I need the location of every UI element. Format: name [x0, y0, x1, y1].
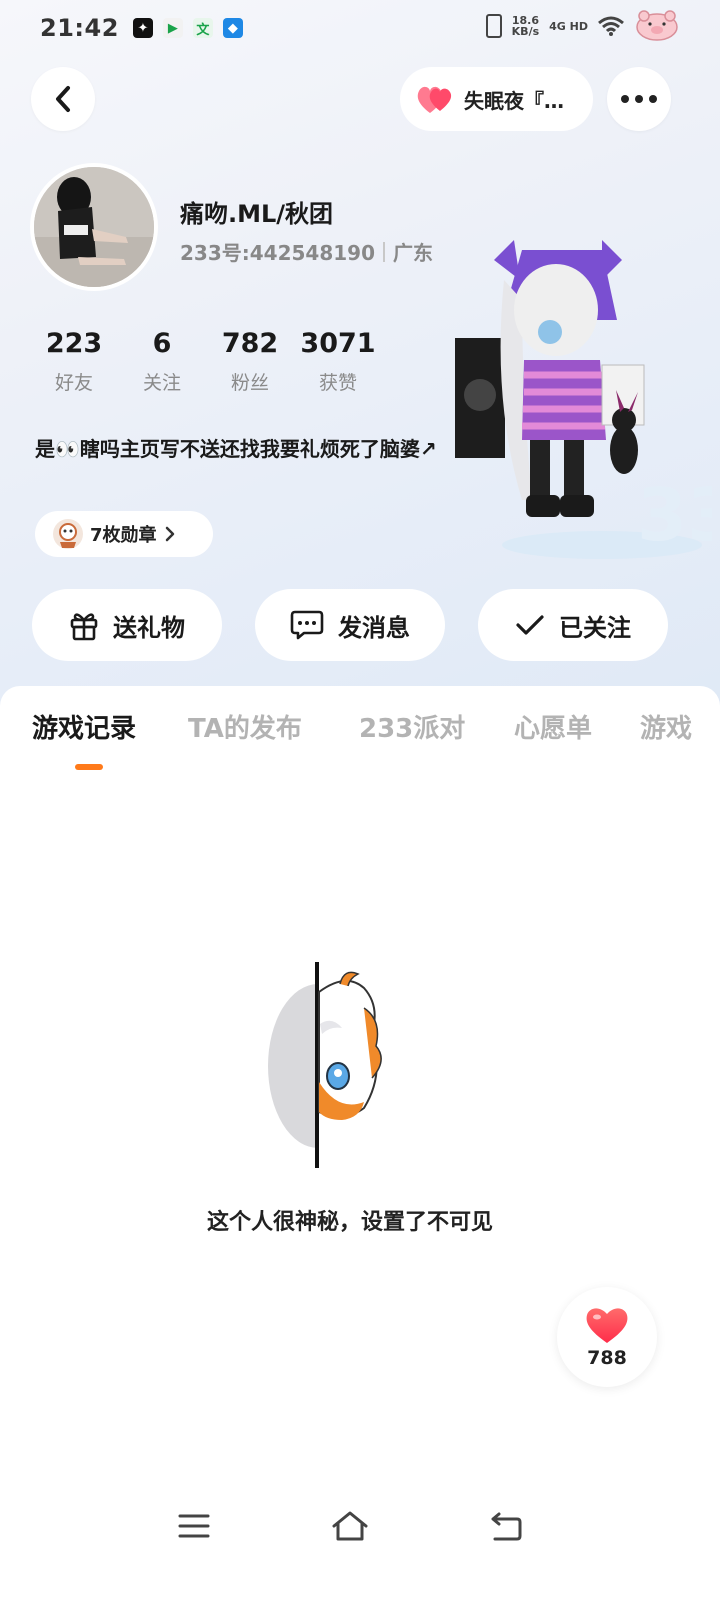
stat-label: 关注	[142, 372, 181, 394]
menu-icon	[178, 1514, 210, 1538]
profile-bio: 是👀瞎吗主页写不送还找我要礼烦死了脑婆↗	[35, 437, 437, 461]
nav-home-button[interactable]	[330, 1506, 370, 1546]
more-options-button[interactable]	[607, 67, 671, 131]
status-app-icons: ✦ ▶ 文 ◆	[132, 18, 243, 38]
user-avatar[interactable]	[30, 163, 158, 291]
cp-relationship-button[interactable]: 失眠夜『…	[400, 67, 593, 131]
tab-233-party[interactable]: 233派对	[359, 708, 465, 745]
followed-label: 已关注	[559, 613, 631, 642]
message-icon	[290, 610, 324, 640]
send-message-button[interactable]: 发消息	[255, 589, 445, 661]
wifi-icon	[598, 16, 624, 36]
uid-divider	[383, 241, 385, 262]
empty-state-text: 这个人很神秘，设置了不可见	[206, 1210, 493, 1235]
avatar-photo	[34, 167, 154, 287]
status-time: 21:42	[40, 14, 119, 42]
medal-avatar-icon	[53, 519, 83, 549]
gift-icon	[70, 613, 98, 641]
vibrate-icon	[485, 14, 502, 38]
stat-value: 782	[221, 328, 279, 359]
username: 痛吻.ML/秋团	[180, 200, 334, 228]
profile-stats: 223 好友 6 关注 782 粉丝 3071 获赞	[30, 328, 382, 395]
tab-posts[interactable]: TA的发布	[188, 708, 302, 745]
pig-mascot-icon	[636, 10, 678, 41]
app-notification-icon: ◆	[222, 18, 243, 38]
stat-value: 6	[152, 328, 172, 359]
stat-value: 3071	[300, 328, 376, 359]
nav-back-button[interactable]	[486, 1506, 526, 1546]
chevron-left-icon	[56, 86, 70, 112]
status-bar: 21:42 ✦ ▶ 文 ◆ 18.6 KB/s 4G HD	[0, 0, 720, 56]
send-message-label: 发消息	[338, 613, 410, 642]
net-speed-unit: KB/s	[511, 25, 540, 38]
peeking-character-illustration	[268, 962, 382, 1168]
app-notification-icon: ▶	[162, 18, 183, 38]
stat-label: 好友	[54, 372, 93, 394]
uid-row: 233号:442548190 广东	[180, 237, 433, 266]
tab-game-records[interactable]: 游戏记录	[32, 708, 136, 745]
stat-label: 获赞	[318, 372, 357, 394]
stat-likes[interactable]: 3071 获赞	[294, 328, 382, 395]
home-icon	[332, 1511, 368, 1541]
app-notification-icon: 文	[192, 18, 213, 38]
svg-text:33: 33	[637, 473, 712, 557]
heart-icon	[586, 1308, 628, 1343]
stat-friends[interactable]: 223 好友	[30, 328, 118, 395]
app-notification-icon: ✦	[132, 18, 153, 38]
cp-label: 失眠夜『…	[464, 88, 564, 113]
stat-fans[interactable]: 782 粉丝	[206, 328, 294, 395]
avatar-3d-character[interactable]: 33	[452, 240, 712, 570]
user-id: 233号:442548190	[180, 241, 375, 265]
tab-wishlist[interactable]: 心愿单	[514, 708, 592, 745]
stat-label: 粉丝	[230, 372, 269, 394]
stat-following[interactable]: 6 关注	[118, 328, 206, 395]
followed-button[interactable]: 已关注	[478, 589, 668, 661]
medal-label: 7枚勋章	[90, 525, 157, 546]
check-icon	[516, 615, 544, 635]
chevron-right-icon	[165, 526, 174, 542]
double-heart-icon	[417, 86, 452, 113]
status-indicators: 18.6 KB/s 4G HD	[485, 10, 680, 42]
profile-tabs: 游戏记录 TA的发布 233派对 心愿单 游戏	[0, 708, 720, 758]
user-location: 广东	[393, 241, 433, 265]
stat-value: 223	[45, 328, 103, 359]
like-button[interactable]: 788	[557, 1287, 657, 1387]
network-type: 4G HD	[549, 19, 588, 33]
nav-menu-button[interactable]	[174, 1506, 214, 1546]
tab-games[interactable]: 游戏	[640, 708, 692, 745]
send-gift-button[interactable]: 送礼物	[32, 589, 222, 661]
tab-active-indicator	[75, 764, 103, 770]
medals-button[interactable]: 7枚勋章	[35, 511, 213, 557]
more-dots-icon	[621, 95, 657, 103]
back-button[interactable]	[31, 67, 95, 131]
system-navigation-bar	[0, 1490, 720, 1570]
return-icon	[491, 1512, 522, 1541]
like-count: 788	[587, 1347, 627, 1369]
net-speed: 18.6 KB/s	[512, 15, 539, 37]
send-gift-label: 送礼物	[113, 613, 185, 642]
